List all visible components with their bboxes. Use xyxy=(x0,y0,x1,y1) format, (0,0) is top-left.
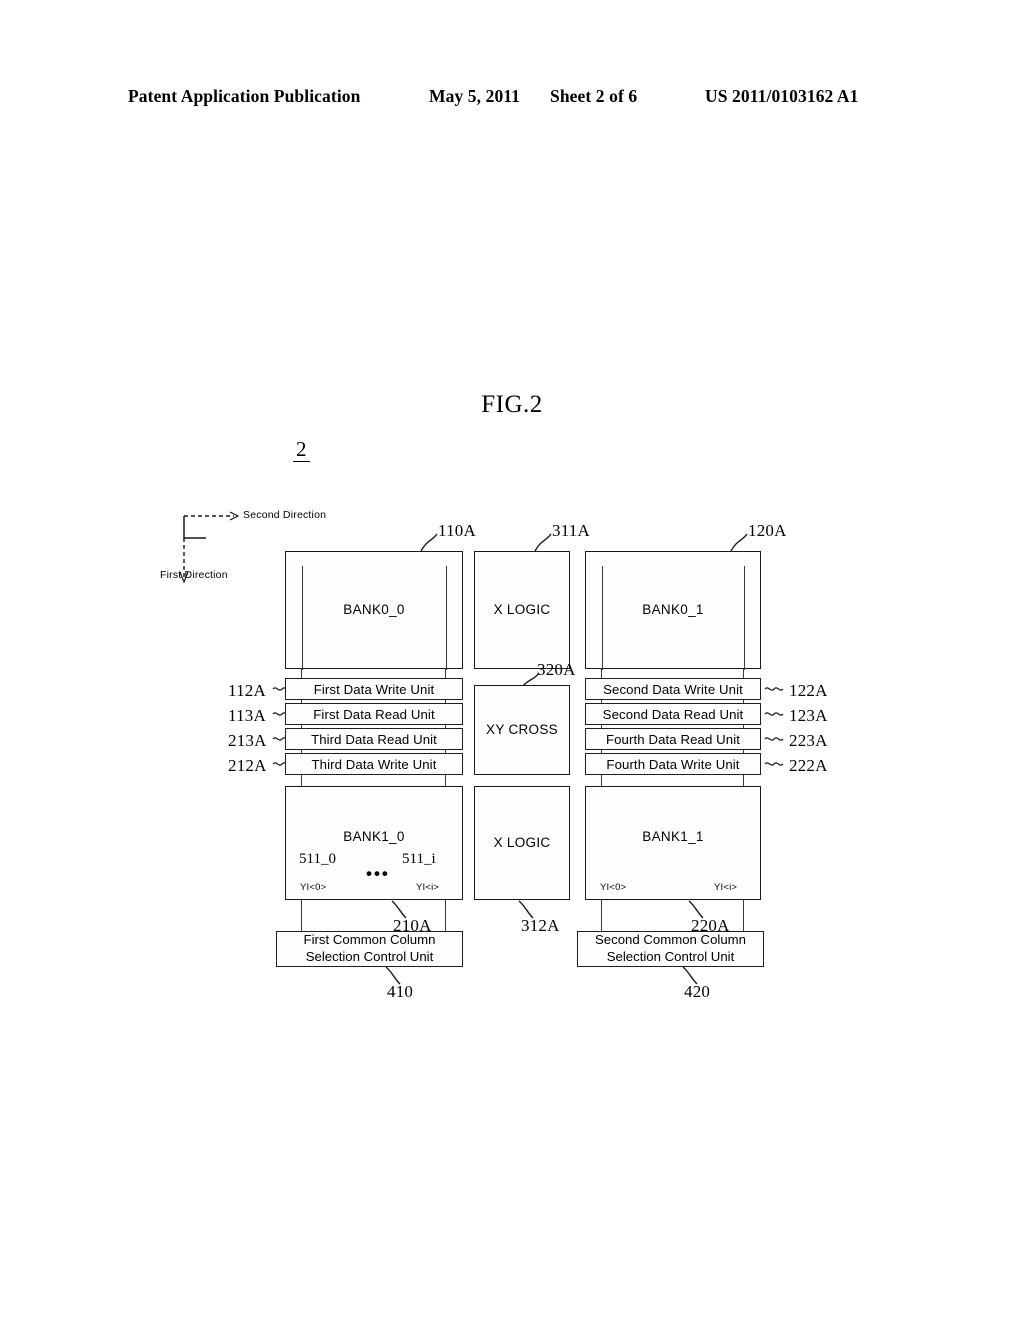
ref-410: 410 xyxy=(387,982,414,1001)
bank1-1-yi-i: YI<i> xyxy=(714,882,738,893)
first-control-unit-line2: Selection Control Unit xyxy=(305,949,434,964)
fourth-data-write-unit-label: Fourth Data Write Unit xyxy=(606,756,740,772)
figure-diagram: Second Direction First Direction BANK0_0… xyxy=(0,0,1024,1320)
second-common-column-selection-control-unit[interactable]: Second Common Column Selection Control U… xyxy=(577,931,764,967)
third-data-write-unit-label: Third Data Write Unit xyxy=(311,756,437,772)
ref-122A: 122A xyxy=(789,681,828,700)
fourth-data-read-unit[interactable]: Fourth Data Read Unit xyxy=(585,728,761,750)
ref-123A: 123A xyxy=(789,706,828,725)
second-direction-label: Second Direction xyxy=(243,509,327,521)
third-data-read-unit-label: Third Data Read Unit xyxy=(311,731,437,747)
x-logic-top-label: X LOGIC xyxy=(493,602,551,617)
fourth-data-read-unit-label: Fourth Data Read Unit xyxy=(605,731,741,747)
ref-223A: 223A xyxy=(789,731,828,750)
bank1-1-block[interactable]: BANK1_1 YI<0> YI<i> xyxy=(585,786,761,900)
ref-320A: 320A xyxy=(537,660,576,679)
ref-120A: 120A xyxy=(748,521,787,540)
bank0-1-column-line-right xyxy=(744,566,746,670)
bank1-0-yi-i: YI<i> xyxy=(416,882,440,893)
first-data-read-unit-label: First Data Read Unit xyxy=(313,706,435,722)
ref-213A: 213A xyxy=(228,731,267,750)
second-data-write-unit[interactable]: Second Data Write Unit xyxy=(585,678,761,700)
first-data-write-unit[interactable]: First Data Write Unit xyxy=(285,678,463,700)
cell-ellipsis: ••• xyxy=(366,864,390,883)
xy-cross-label: XY CROSS xyxy=(486,722,558,737)
ref-420: 420 xyxy=(684,982,711,1001)
x-logic-top-block[interactable]: X LOGIC xyxy=(474,551,570,669)
bank0-1-column-line-left xyxy=(602,566,604,670)
bank1-1-yi-0: YI<0> xyxy=(600,882,627,893)
xy-cross-block[interactable]: XY CROSS xyxy=(474,685,570,775)
first-control-unit-line1: First Common Column xyxy=(303,932,436,948)
x-logic-bottom-block[interactable]: X LOGIC xyxy=(474,786,570,900)
ref-112A: 112A xyxy=(228,681,266,700)
first-direction-label: First Direction xyxy=(160,569,228,581)
x-logic-bottom-label: X LOGIC xyxy=(493,835,551,850)
bank0-0-block[interactable]: BANK0_0 xyxy=(285,551,463,670)
ref-113A: 113A xyxy=(228,706,266,725)
bank0-0-column-line-left xyxy=(302,566,304,670)
first-common-column-selection-control-unit[interactable]: First Common Column Selection Control Un… xyxy=(276,931,463,967)
bank0-1-label: BANK0_1 xyxy=(642,602,704,617)
bank1-0-label: BANK1_0 xyxy=(343,829,405,844)
bank0-0-column-line-right xyxy=(446,566,448,670)
ref-222A: 222A xyxy=(789,756,828,775)
first-data-read-unit[interactable]: First Data Read Unit xyxy=(285,703,463,725)
second-data-write-unit-label: Second Data Write Unit xyxy=(603,681,743,697)
first-data-write-unit-label: First Data Write Unit xyxy=(313,681,435,697)
ref-212A: 212A xyxy=(228,756,267,775)
third-data-write-unit[interactable]: Third Data Write Unit xyxy=(285,753,463,775)
bank1-1-label: BANK1_1 xyxy=(642,829,704,844)
ref-110A: 110A xyxy=(438,521,476,540)
ref-311A: 311A xyxy=(552,521,590,540)
cell-ref-511-0: 511_0 xyxy=(299,851,336,867)
second-control-unit-line1: Second Common Column xyxy=(595,932,746,948)
bank0-0-label: BANK0_0 xyxy=(343,602,405,617)
fourth-data-write-unit[interactable]: Fourth Data Write Unit xyxy=(585,753,761,775)
second-control-unit-line2: Selection Control Unit xyxy=(606,949,735,964)
bank1-0-yi-0: YI<0> xyxy=(300,882,327,893)
second-data-read-unit-label: Second Data Read Unit xyxy=(602,706,744,722)
cell-ref-511-i: 511_i xyxy=(402,851,436,867)
ref-312A: 312A xyxy=(521,916,560,935)
second-data-read-unit[interactable]: Second Data Read Unit xyxy=(585,703,761,725)
third-data-read-unit[interactable]: Third Data Read Unit xyxy=(285,728,463,750)
bank0-1-block[interactable]: BANK0_1 xyxy=(585,551,761,670)
bank1-0-block[interactable]: BANK1_0 511_0 511_i ••• YI<0> YI<i> xyxy=(285,786,463,900)
